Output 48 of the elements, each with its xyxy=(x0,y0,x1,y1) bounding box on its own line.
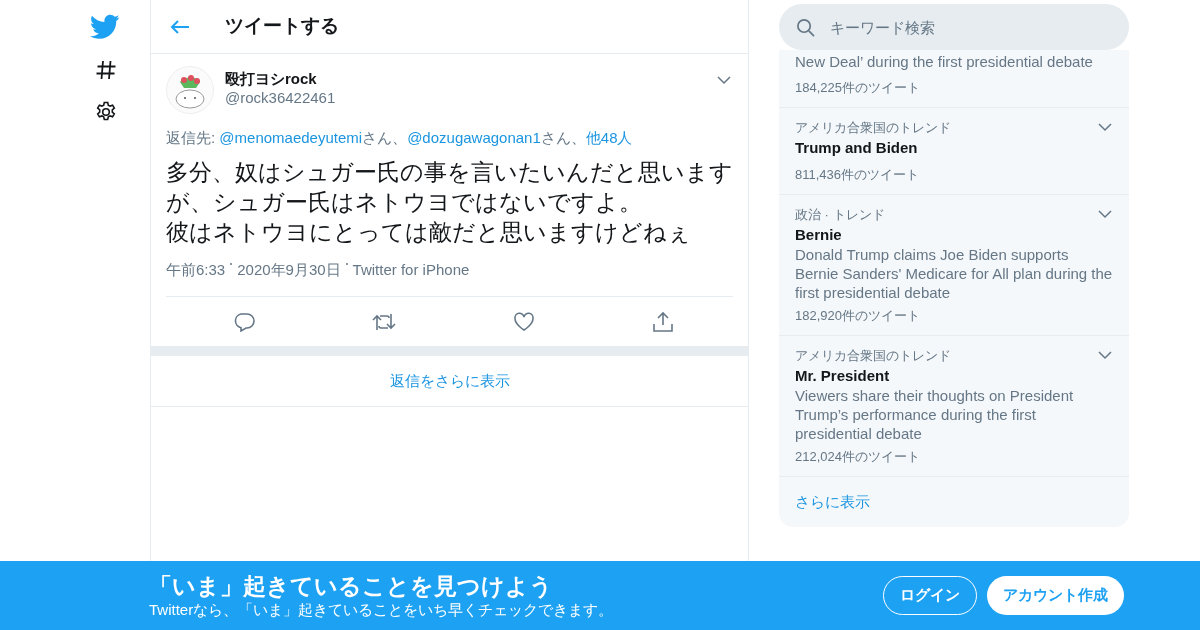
trend-item[interactable]: 政治 · トレンド Bernie Donald Trump claims Joe Biden supports Bernie Sanders' Medicare for All plan during the first presidential debate 182,920件のツイート xyxy=(779,195,1129,336)
search-icon xyxy=(796,18,815,37)
user-handle[interactable]: @rock36422461 xyxy=(225,88,336,108)
tweet-count: 212,024件のツイート xyxy=(795,448,921,466)
show-more-link[interactable]: さらに表示 xyxy=(795,490,870,514)
trend-title: Trump and Biden xyxy=(795,138,919,158)
trend-description: New Deal’ during the first presidential debate xyxy=(795,52,1094,71)
chevron-down-icon[interactable] xyxy=(1098,210,1112,219)
mention-link[interactable]: 他48人 xyxy=(585,129,633,146)
trend-category: アメリカ合衆国のトレンド xyxy=(795,119,951,137)
trend-item[interactable]: New Deal’ during the first presidential debate 184,225件のツイート xyxy=(779,50,1129,108)
banner-subtitle: Twitterなら、「いま」起きていることをいち早くチェックできます。 xyxy=(149,599,614,620)
banner-title: 「いま」起きていることを見つけよう xyxy=(149,571,554,600)
bird-logo-icon[interactable] xyxy=(90,14,120,40)
trend-category: 政治 · トレンド xyxy=(795,206,885,224)
trend-title: Bernie xyxy=(795,225,843,245)
trend-description: Donald Trump claims Joe Biden supports Bernie Sanders' Medicare for All plan during the first presidential debate xyxy=(795,245,1113,302)
mention-link[interactable]: @dozugawagonan1 xyxy=(407,129,541,146)
chevron-down-icon[interactable] xyxy=(717,76,731,85)
tweet-text: 彼はネトウヨにとっては敵だと思いますけどねぇ xyxy=(166,217,692,247)
share-icon[interactable] xyxy=(652,310,675,333)
hashtag-icon[interactable] xyxy=(94,58,118,82)
reply-to-line: 返信先: @menomaedeyutemiさん、@dozugawagonan1さん、他48人 xyxy=(166,128,634,148)
avatar[interactable] xyxy=(166,66,214,114)
show-more-replies-link[interactable]: 返信をさらに表示 xyxy=(389,369,510,393)
signup-button[interactable]: アカウント作成 xyxy=(987,576,1124,615)
source-link[interactable]: Twitter for iPhone xyxy=(352,258,470,281)
trend-title: Mr. President xyxy=(795,366,891,386)
trend-category: アメリカ合衆国のトレンド xyxy=(795,347,951,365)
trend-item[interactable]: アメリカ合衆国のトレンド Mr. President Viewers share their thoughts on President Trump’s performance during the first presidential debate 212,024件のツイート xyxy=(779,336,1129,477)
trend-item[interactable]: アメリカ合衆国のトレンド Trump and Biden 811,436件のツイート xyxy=(779,108,1129,195)
tweet-count: 184,225件のツイート xyxy=(795,79,921,97)
chevron-down-icon[interactable] xyxy=(1098,351,1112,360)
mention-link[interactable]: @menomaedeyutemi xyxy=(219,129,363,146)
heart-icon[interactable] xyxy=(513,311,536,332)
chevron-down-icon[interactable] xyxy=(1098,123,1112,132)
tweet-count: 182,920件のツイート xyxy=(795,307,921,325)
retweet-icon[interactable] xyxy=(371,311,396,332)
timestamp: 午前6:33 xyxy=(166,259,226,280)
page-title: ツイートする xyxy=(225,14,339,39)
search-field[interactable]: キーワード検索 xyxy=(779,4,1129,50)
tweet-count: 811,436件のツイート xyxy=(795,166,921,184)
trend-description: Viewers share their thoughts on President Trump’s performance during the first presidential debate xyxy=(795,386,1075,443)
tweet-text: 多分、奴はシュガー氏の事を言いたいんだと思いますが、シュガー氏はネトウヨではないですよ。 xyxy=(166,157,734,217)
reply-icon[interactable] xyxy=(232,311,255,332)
back-arrow-icon[interactable] xyxy=(169,17,191,36)
timestamp: 2020年9月30日 xyxy=(237,259,341,280)
user-name[interactable]: 殴打ヨシrock xyxy=(225,69,336,88)
